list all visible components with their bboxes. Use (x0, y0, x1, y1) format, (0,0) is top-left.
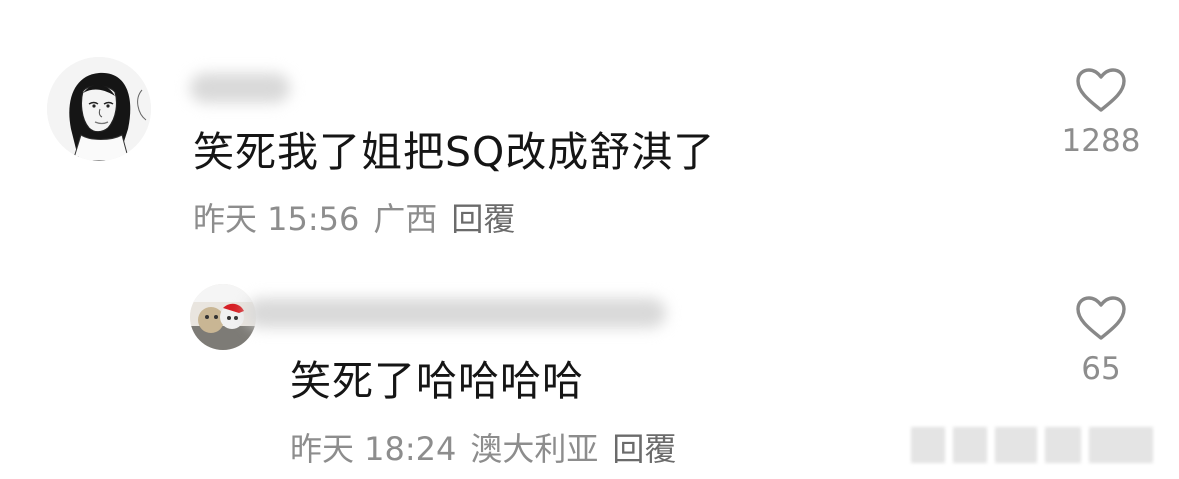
comment-location: 广西 (373, 200, 438, 238)
reply-button[interactable]: 回覆 (612, 430, 676, 468)
avatar[interactable] (47, 57, 151, 161)
reply-location: 澳大利亚 (470, 430, 599, 468)
watermark-shape (1045, 427, 1081, 463)
reply-text: 笑死了哈哈哈哈 (290, 357, 584, 405)
heart-outline-icon (1076, 68, 1126, 112)
watermark-blurred (911, 421, 1171, 469)
reply-date: 昨天 18:24 (290, 430, 457, 468)
like-button[interactable]: 65 (1051, 295, 1151, 387)
like-count: 1288 (1061, 123, 1141, 159)
comment-text: 笑死我了姐把SQ改成舒淇了 (193, 128, 716, 176)
username-blurred[interactable] (246, 298, 666, 328)
username-blurred[interactable] (190, 73, 290, 103)
reply-button[interactable]: 回覆 (451, 200, 515, 238)
reply-meta: 昨天 18:24 澳大利亚 回覆 (290, 430, 690, 468)
comment-item: 笑死我了姐把SQ改成舒淇了 昨天 15:56 广西 回覆 1288 (0, 0, 1179, 250)
avatar-illustration (47, 57, 151, 161)
comment-date: 昨天 15:56 (193, 200, 360, 238)
watermark-shape (911, 427, 945, 463)
heart-outline-icon (1076, 296, 1126, 340)
comment-meta: 昨天 15:56 广西 回覆 (193, 200, 529, 238)
like-count: 65 (1081, 351, 1121, 387)
watermark-shape (1089, 427, 1153, 463)
watermark-shape (953, 427, 987, 463)
like-button[interactable]: 1288 (1051, 67, 1151, 159)
watermark-shape (995, 427, 1037, 463)
